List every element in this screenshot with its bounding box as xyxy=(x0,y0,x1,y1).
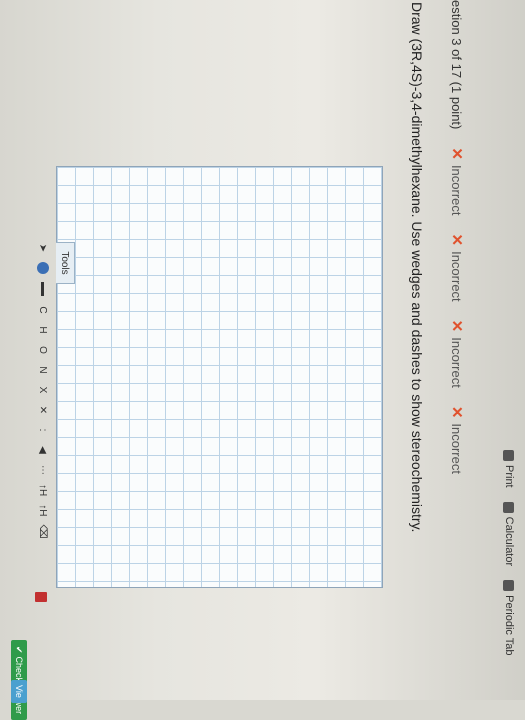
rotated-page: Print Calculator Periodic Tab estion 3 o… xyxy=(0,0,525,720)
wedge-tool[interactable]: ◀ xyxy=(35,444,51,456)
element-h-tool[interactable]: H xyxy=(35,324,51,336)
trash-icon[interactable] xyxy=(35,592,47,602)
tools-bar: ➤ C H O N X ✕ : ◀ ⋯ ↑H ↑H ⌫ xyxy=(31,242,55,592)
attempt-status: ✕ Incorrect xyxy=(448,234,466,302)
print-link[interactable]: Print xyxy=(503,450,515,488)
check-icon: ✔ xyxy=(14,646,25,654)
question-header: estion 3 of 17 (1 point) ✕ Incorrect ✕ I… xyxy=(447,0,467,474)
bond-icon xyxy=(41,282,45,296)
eraser-icon[interactable]: ⌫ xyxy=(35,524,51,538)
calculator-label: Calculator xyxy=(503,516,515,567)
charge-tool[interactable]: ✕ xyxy=(35,404,51,416)
print-icon xyxy=(503,450,515,461)
periodic-table-link[interactable]: Periodic Tab xyxy=(503,580,515,656)
calculator-icon xyxy=(503,501,515,513)
x-icon: ✕ xyxy=(448,147,465,160)
x-icon: ✕ xyxy=(448,405,465,419)
element-n-tool[interactable]: N xyxy=(35,364,51,376)
drawing-canvas[interactable] xyxy=(56,166,383,588)
ring-icon xyxy=(37,262,49,274)
calculator-link[interactable]: Calculator xyxy=(503,501,515,567)
attempt-label: Incorrect xyxy=(449,337,465,388)
periodic-table-icon xyxy=(503,580,515,592)
lone-pair-tool[interactable]: : xyxy=(35,424,51,436)
view-label: Vie xyxy=(14,685,24,698)
tools-tab[interactable]: Tools xyxy=(56,242,75,284)
bond-tool[interactable] xyxy=(35,282,51,296)
question-number: estion 3 of 17 (1 point) xyxy=(449,0,465,130)
attempt-status: ✕ Incorrect xyxy=(448,320,466,388)
h-up-tool[interactable]: ↑H xyxy=(35,484,51,496)
x-icon: ✕ xyxy=(448,233,465,247)
attempt-status: ✕ Incorrect xyxy=(448,406,466,474)
arrow-tool[interactable]: ➤ xyxy=(35,242,51,254)
print-label: Print xyxy=(503,465,515,488)
element-c-tool[interactable]: C xyxy=(35,304,51,316)
view-button[interactable]: Vie xyxy=(11,680,27,703)
h-up-tool-2[interactable]: ↑H xyxy=(35,504,51,516)
ring-tool[interactable] xyxy=(35,262,51,274)
attempt-label: Incorrect xyxy=(449,164,465,216)
x-icon: ✕ xyxy=(448,319,465,333)
attempt-label: Incorrect xyxy=(449,423,465,474)
top-toolbar: Print Calculator Periodic Tab xyxy=(499,450,519,700)
attempt-label: Incorrect xyxy=(449,251,465,302)
element-o-tool[interactable]: O xyxy=(35,344,51,356)
attempt-status: ✕ Incorrect xyxy=(448,147,466,215)
dash-tool[interactable]: ⋯ xyxy=(35,464,51,476)
screen: Print Calculator Periodic Tab estion 3 o… xyxy=(0,0,525,720)
question-prompt: Draw (3R,4S)-3,4-dimethylhexane. Use wed… xyxy=(409,2,425,533)
periodic-table-label: Periodic Tab xyxy=(503,595,515,656)
element-x-tool[interactable]: X xyxy=(35,384,51,396)
